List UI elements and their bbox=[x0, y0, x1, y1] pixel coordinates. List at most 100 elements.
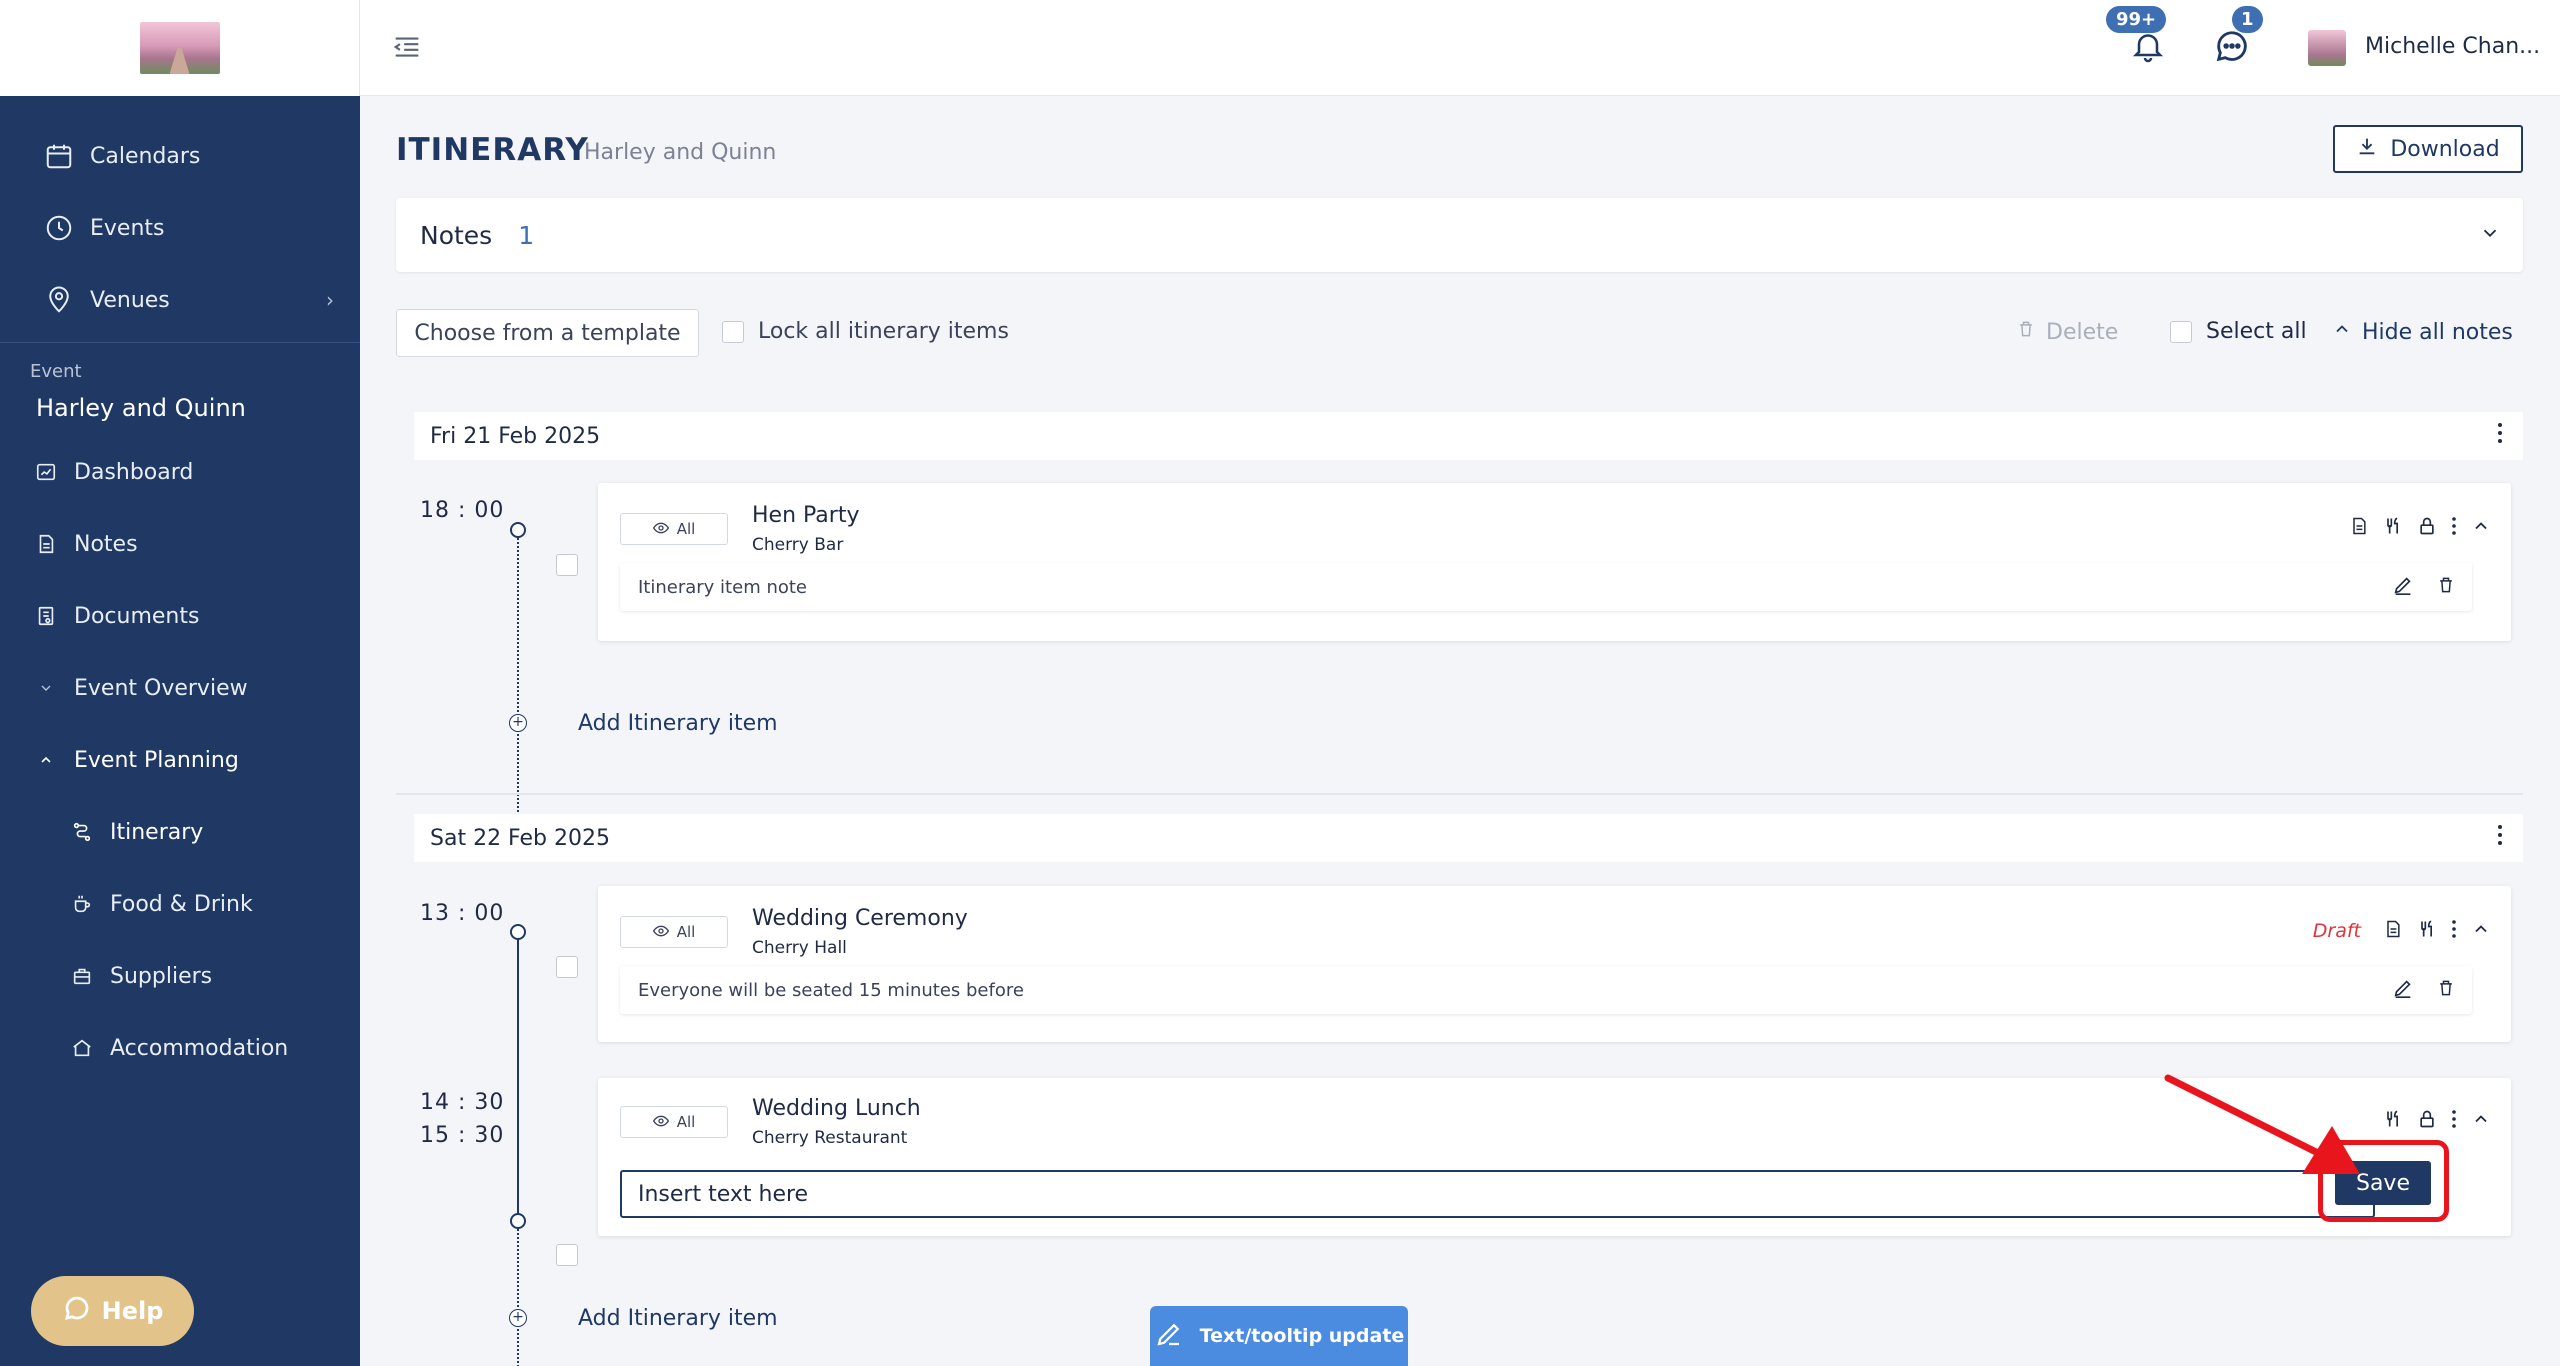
nav-item-label: Events bbox=[90, 215, 165, 241]
lock-all-checkbox[interactable] bbox=[722, 320, 744, 343]
itinerary-item-card[interactable]: All Wedding Ceremony Cherry Hall Draft E… bbox=[598, 886, 2511, 1042]
chevron-up-icon[interactable] bbox=[2471, 919, 2491, 943]
kebab-menu-icon[interactable] bbox=[2451, 919, 2457, 943]
red-arrow-icon bbox=[2164, 1074, 2360, 1174]
sidebar-item-dashboard[interactable]: Dashboard bbox=[0, 436, 360, 508]
select-all-toggle[interactable]: Select all bbox=[2170, 319, 2307, 344]
sidebar-item-label: Itinerary bbox=[110, 819, 204, 845]
item-start-time: 18 : 00 bbox=[420, 498, 505, 523]
item-start-time: 13 : 00 bbox=[420, 901, 505, 926]
trash-icon[interactable] bbox=[2436, 574, 2456, 601]
timeline-node bbox=[510, 924, 526, 940]
sidebar-item-label: Documents bbox=[74, 603, 200, 629]
collapse-menu-icon[interactable] bbox=[390, 30, 426, 66]
cutlery-icon[interactable] bbox=[2383, 515, 2403, 541]
sidebar-item-label: Event Planning bbox=[74, 747, 239, 773]
lock-all-label: Lock all itinerary items bbox=[758, 319, 1009, 344]
day-divider bbox=[396, 793, 2523, 795]
kebab-menu-icon[interactable] bbox=[2451, 516, 2457, 540]
visibility-chip[interactable]: All bbox=[620, 916, 728, 948]
item-note: Everyone will be seated 15 minutes befor… bbox=[620, 966, 2472, 1014]
sidebar-item-notes[interactable]: Notes bbox=[0, 508, 360, 580]
note-text-input[interactable] bbox=[620, 1170, 2375, 1218]
user-name[interactable]: Michelle Chan... bbox=[2365, 34, 2540, 59]
item-note-text: Itinerary item note bbox=[638, 576, 807, 598]
pencil-icon bbox=[1154, 1319, 1184, 1354]
documents-icon bbox=[34, 604, 58, 628]
lock-all-toggle[interactable]: Lock all itinerary items bbox=[722, 319, 1009, 344]
item-select-checkbox[interactable] bbox=[556, 554, 578, 576]
event-name[interactable]: Harley and Quinn bbox=[0, 382, 360, 436]
cutlery-icon[interactable] bbox=[2417, 918, 2437, 944]
sidebar-item-itinerary[interactable]: Itinerary bbox=[0, 796, 360, 868]
delete-button[interactable]: Delete bbox=[2016, 319, 2118, 345]
select-all-checkbox[interactable] bbox=[2170, 320, 2192, 343]
visibility-label: All bbox=[676, 520, 696, 538]
edit-icon[interactable] bbox=[2392, 574, 2414, 601]
note-icon bbox=[34, 532, 58, 556]
chevron-down-icon bbox=[34, 676, 58, 700]
kebab-menu-icon[interactable] bbox=[2497, 824, 2503, 852]
annotation-arrow bbox=[1800, 975, 2180, 1175]
notes-label: Notes bbox=[420, 220, 493, 250]
document-icon[interactable] bbox=[2349, 515, 2369, 541]
logo-image[interactable] bbox=[139, 22, 220, 74]
calendar-icon bbox=[42, 139, 76, 173]
nav-item-venues[interactable]: Venues › bbox=[0, 264, 360, 336]
edit-icon[interactable] bbox=[2392, 977, 2414, 1004]
kebab-menu-icon[interactable] bbox=[2497, 422, 2503, 450]
item-end-time: 15 : 30 bbox=[420, 1123, 505, 1148]
top-bar: 99+ 1 Michelle Chan... bbox=[360, 0, 2560, 96]
sidebar-item-label: Event Overview bbox=[74, 675, 248, 701]
sidebar-item-label: Food & Drink bbox=[110, 891, 253, 917]
notifications-button[interactable]: 99+ bbox=[2106, 6, 2170, 66]
sidebar-item-label: Notes bbox=[74, 531, 138, 557]
tooltip-update-label: Text/tooltip update bbox=[1199, 1325, 1405, 1347]
chevron-up-icon bbox=[2332, 319, 2352, 345]
item-select-checkbox[interactable] bbox=[556, 956, 578, 978]
add-circle-icon[interactable]: + bbox=[509, 1309, 527, 1327]
lock-icon[interactable] bbox=[2417, 515, 2437, 541]
document-icon[interactable] bbox=[2383, 918, 2403, 944]
chevron-up-icon[interactable] bbox=[2471, 516, 2491, 540]
page-title: ITINERARY bbox=[396, 132, 589, 168]
itinerary-toolbar: Choose from a template Lock all itinerar… bbox=[396, 309, 2523, 357]
visibility-chip[interactable]: All bbox=[620, 1106, 728, 1138]
timeline-node bbox=[510, 1213, 526, 1229]
chat-bubble-icon bbox=[62, 1293, 92, 1329]
sidebar-item-suppliers[interactable]: Suppliers bbox=[0, 940, 360, 1012]
download-button[interactable]: Download bbox=[2333, 125, 2523, 173]
sidebar-item-event-overview[interactable]: Event Overview bbox=[0, 652, 360, 724]
kebab-menu-icon[interactable] bbox=[2451, 1109, 2457, 1133]
sidebar-item-food-drink[interactable]: Food & Drink bbox=[0, 868, 360, 940]
item-select-checkbox[interactable] bbox=[556, 1244, 578, 1266]
main-nav: Calendars Events Venues › bbox=[0, 96, 360, 336]
visibility-chip[interactable]: All bbox=[620, 513, 728, 545]
notes-accordion[interactable]: Notes 1 bbox=[396, 198, 2523, 272]
delete-label: Delete bbox=[2046, 319, 2119, 345]
add-itinerary-item-link[interactable]: Add Itinerary item bbox=[578, 711, 778, 736]
chevron-down-icon[interactable] bbox=[2479, 221, 2501, 250]
sidebar-item-documents[interactable]: Documents bbox=[0, 580, 360, 652]
timeline-line bbox=[517, 1221, 519, 1366]
cup-icon bbox=[70, 892, 94, 916]
trash-icon[interactable] bbox=[2436, 977, 2456, 1004]
hide-all-notes-button[interactable]: Hide all notes bbox=[2332, 319, 2513, 345]
nav-item-calendars[interactable]: Calendars bbox=[0, 120, 360, 192]
chevron-up-icon[interactable] bbox=[2471, 1109, 2491, 1133]
item-title: Hen Party bbox=[752, 503, 860, 528]
hide-notes-label: Hide all notes bbox=[2362, 319, 2513, 345]
itinerary-item-card[interactable]: All Hen Party Cherry Bar Itinerary item … bbox=[598, 483, 2511, 641]
lock-icon[interactable] bbox=[2417, 1108, 2437, 1134]
sidebar-item-accommodation[interactable]: Accommodation bbox=[0, 1012, 360, 1084]
avatar[interactable] bbox=[2308, 30, 2346, 66]
choose-template-button[interactable]: Choose from a template bbox=[396, 309, 699, 357]
messages-button[interactable]: 1 bbox=[2212, 6, 2263, 66]
nav-item-events[interactable]: Events bbox=[0, 192, 360, 264]
add-itinerary-item-link[interactable]: Add Itinerary item bbox=[578, 1306, 778, 1331]
help-button[interactable]: Help bbox=[31, 1276, 194, 1346]
cutlery-icon[interactable] bbox=[2383, 1108, 2403, 1134]
add-circle-icon[interactable]: + bbox=[509, 714, 527, 732]
sidebar-item-event-planning[interactable]: Event Planning bbox=[0, 724, 360, 796]
text-tooltip-update-button[interactable]: Text/tooltip update bbox=[1150, 1306, 1408, 1366]
